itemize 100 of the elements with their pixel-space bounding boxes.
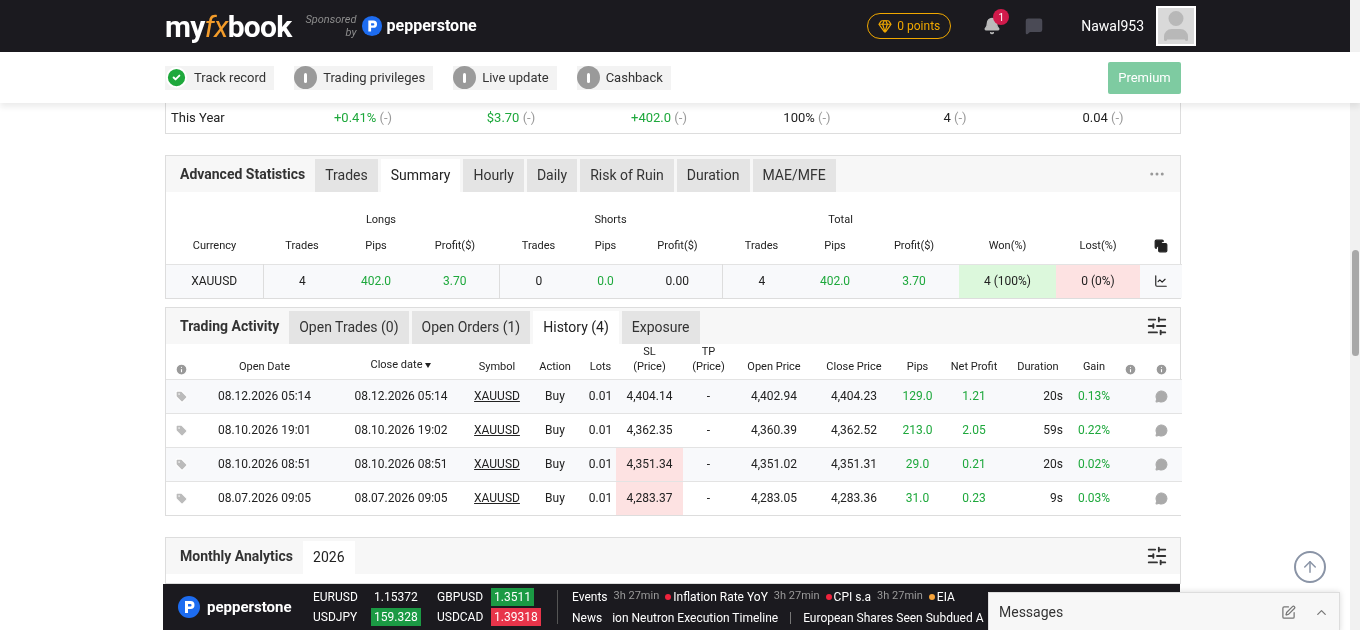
events-label: Events — [572, 588, 608, 606]
symbol-link[interactable]: XAUUSD — [469, 481, 525, 515]
table-cell: 0.22% — [1069, 413, 1119, 447]
quote-price: 1.15372 — [373, 589, 419, 606]
event-title[interactable]: EIA — [936, 587, 955, 606]
group-header: Shorts — [594, 212, 627, 226]
currency-pair[interactable]: USDJPY — [313, 608, 371, 626]
table-cell: 4,283.05 — [734, 481, 814, 515]
column-header: Profit($) — [434, 238, 476, 252]
table-cell: 0.21 — [941, 447, 1007, 481]
chart-icon[interactable] — [1154, 274, 1169, 289]
table-cell: 4,402.94 — [734, 379, 814, 413]
table-cell: 4,351.31 — [814, 447, 894, 481]
symbol-link[interactable]: XAUUSD — [469, 447, 525, 481]
comment-icon[interactable] — [1155, 457, 1168, 471]
currency-pair[interactable]: USDCAD — [437, 608, 491, 626]
column-header[interactable]: Lots — [589, 359, 612, 374]
column-header[interactable]: Gain — [1082, 359, 1106, 374]
table-cell: 2.05 — [941, 413, 1007, 447]
currency-pair[interactable]: GBPUSD — [437, 588, 491, 606]
column-header[interactable]: Pips — [906, 359, 929, 374]
table-cell: 4,351.34 — [616, 447, 683, 481]
tab[interactable]: Summary — [380, 159, 461, 192]
copy-icon[interactable] — [1154, 238, 1169, 253]
table-cell: 0.01 — [585, 379, 616, 413]
sort-icon — [425, 362, 432, 368]
column-header[interactable]: SL (Price) — [633, 344, 666, 374]
tag-icon[interactable] — [174, 389, 188, 403]
table-cell: Buy — [525, 379, 585, 413]
column-header[interactable]: Action — [539, 359, 571, 374]
comment-icon[interactable] — [1155, 491, 1168, 505]
filter-icon[interactable] — [1146, 315, 1168, 337]
stat-value: $3.70 (-) — [485, 109, 537, 128]
filter-icon[interactable] — [1146, 545, 1168, 567]
tab[interactable]: Exposure — [621, 311, 700, 344]
column-header[interactable]: Open Price — [747, 359, 801, 374]
event-time: 3h 27min — [613, 588, 660, 605]
compose-icon[interactable] — [1281, 604, 1296, 620]
scrollbar[interactable] — [1350, 0, 1360, 630]
scroll-to-top-button[interactable] — [1294, 551, 1326, 583]
column-header: Trades — [744, 238, 779, 252]
column-header: Profit($) — [893, 238, 935, 252]
tab[interactable]: Duration — [676, 159, 750, 192]
tab[interactable]: 2026 — [303, 541, 355, 574]
column-header[interactable]: Symbol — [478, 359, 516, 374]
chat-icon[interactable] — [1025, 17, 1044, 35]
quote-price: 1.3511 — [491, 588, 534, 606]
currency-pair[interactable]: EURUSD — [313, 588, 371, 606]
column-header: Pips — [594, 238, 617, 252]
tab[interactable]: MAE/MFE — [752, 159, 836, 192]
column-header[interactable]: Close Price — [826, 359, 882, 374]
stat-value: +0.41% (-) — [332, 109, 394, 128]
table-cell: 4 — [722, 264, 802, 298]
ticker-brand[interactable]: pepperstone — [207, 595, 292, 619]
column-header[interactable]: TP (Price) — [692, 344, 725, 374]
messages-panel[interactable]: Messages — [988, 592, 1340, 630]
symbol-link[interactable]: XAUUSD — [469, 379, 525, 413]
info-icon[interactable] — [174, 362, 188, 376]
tab[interactable]: Open Trades (0) — [289, 311, 409, 344]
logo[interactable]: myfxbook — [165, 3, 292, 49]
tag-icon[interactable] — [174, 423, 188, 437]
stat-value: 100% (-) — [782, 109, 832, 128]
messages-title: Messages — [999, 602, 1064, 622]
table-cell: 402.0 — [801, 264, 870, 298]
tab[interactable]: Trades — [315, 159, 378, 192]
tab[interactable]: Open Orders (1) — [411, 311, 531, 344]
tag-icon[interactable] — [174, 491, 188, 505]
comment-icon[interactable] — [1155, 389, 1168, 403]
table-cell: 1.21 — [941, 379, 1007, 413]
sponsor-brand[interactable]: pepperstone — [386, 14, 477, 38]
diamond-icon — [878, 19, 893, 33]
column-header: Pips — [824, 238, 846, 252]
username[interactable]: Nawal953 — [1081, 15, 1144, 37]
table-cell: 08.10.2026 19:01 — [196, 413, 333, 447]
table-cell: Buy — [525, 447, 585, 481]
info-icon[interactable] — [1123, 362, 1137, 376]
pepperstone-logo-icon — [360, 15, 383, 37]
event-time: 3h 27min — [877, 588, 923, 605]
column-header[interactable]: Duration — [1017, 359, 1059, 374]
info-icon[interactable] — [1155, 362, 1168, 376]
tab[interactable]: Daily — [526, 159, 578, 192]
news-headline[interactable]: ion Neutron Execution Timeline — [612, 608, 779, 627]
news-headline[interactable]: European Shares Seen Subdued A — [803, 608, 984, 627]
column-header[interactable]: Close date — [370, 357, 423, 372]
tab[interactable]: Risk of Ruin — [580, 159, 674, 192]
status-label: Track record — [194, 68, 267, 87]
table-cell: 0.23 — [941, 481, 1007, 515]
avatar[interactable] — [1156, 6, 1196, 46]
symbol-link[interactable]: XAUUSD — [469, 413, 525, 447]
table-cell: - — [683, 413, 734, 447]
tab[interactable]: Hourly — [463, 159, 524, 192]
tag-icon[interactable] — [174, 457, 188, 471]
tab[interactable]: History (4) — [533, 311, 619, 344]
group-header: Longs — [365, 212, 397, 226]
table-cell: Buy — [525, 413, 585, 447]
event-title[interactable]: CPI s.a — [833, 587, 872, 606]
comment-icon[interactable] — [1155, 423, 1168, 437]
column-header[interactable]: Net Profit — [950, 359, 998, 374]
event-title[interactable]: Inflation Rate YoY — [673, 587, 768, 606]
column-header[interactable]: Open Date — [239, 359, 290, 374]
